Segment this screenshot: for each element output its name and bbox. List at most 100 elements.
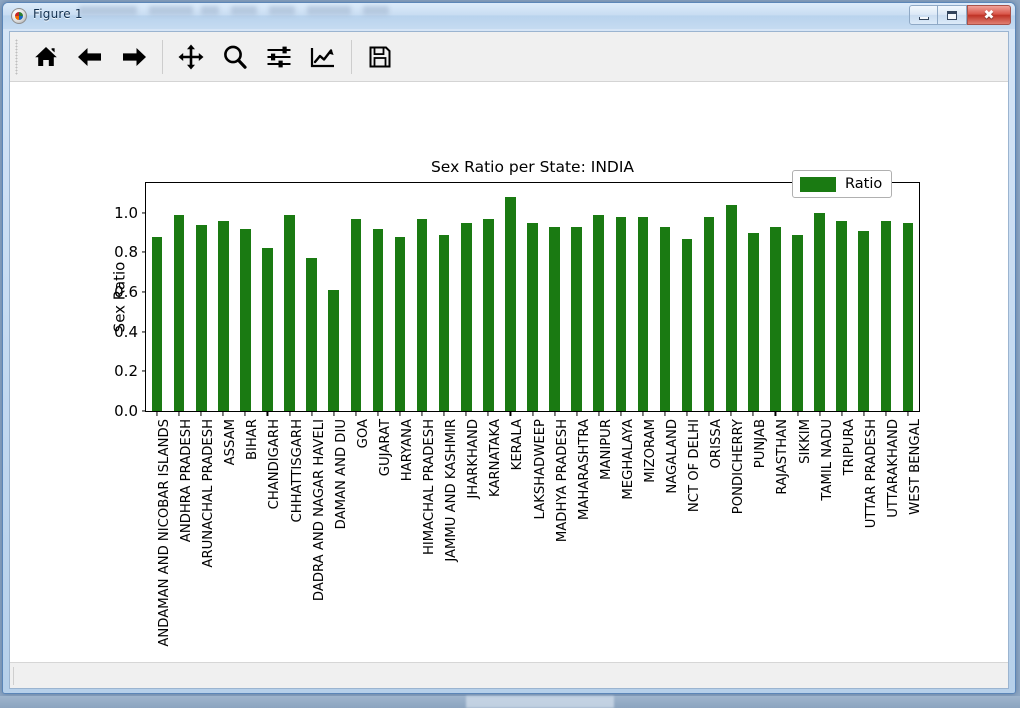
- bar: [416, 218, 428, 411]
- x-tick-mark: [620, 411, 622, 416]
- x-tick-label: HIMACHAL PRADESH: [422, 419, 438, 556]
- x-tick-mark: [333, 411, 335, 416]
- x-tick-mark: [377, 411, 379, 416]
- bar: [372, 228, 384, 411]
- bar: [725, 204, 737, 411]
- x-tick-mark: [554, 411, 556, 416]
- bar: [527, 222, 538, 411]
- matplotlib-figure: Sex Ratio per State: INDIA Sex Ratio 0.0…: [10, 82, 1008, 662]
- back-arrow-icon: [78, 47, 101, 66]
- x-tick-mark: [244, 411, 246, 416]
- bar: [549, 226, 560, 411]
- x-tick-label: GOA: [355, 419, 371, 449]
- bar: [814, 212, 825, 411]
- bars-container: [146, 183, 919, 411]
- x-tick-label: KARNATAKA: [488, 419, 504, 497]
- x-tick-label: CHHATTISGARH: [289, 419, 305, 523]
- x-tick-mark: [730, 411, 732, 416]
- bar: [328, 290, 340, 411]
- y-tick-label: 0.0: [114, 402, 138, 420]
- x-tick-label: ANDAMAN AND NICOBAR ISLANDS: [157, 419, 173, 647]
- bar: [438, 234, 450, 411]
- x-tick-mark: [421, 411, 423, 416]
- x-tick-label: JAMMU AND KASHMIR: [444, 419, 460, 562]
- x-tick-mark: [156, 411, 158, 416]
- x-tick-mark: [465, 411, 467, 416]
- x-tick-mark: [598, 411, 600, 416]
- bar: [748, 232, 759, 411]
- edit-parameters-button[interactable]: [301, 37, 345, 77]
- bar: [284, 214, 295, 411]
- bar: [151, 236, 163, 411]
- back-button[interactable]: [68, 37, 112, 77]
- bar: [306, 258, 317, 411]
- home-icon: [35, 46, 57, 66]
- bar: [593, 214, 605, 411]
- bar: [858, 230, 870, 411]
- x-tick-label: MIZORAM: [642, 419, 658, 483]
- maximize-icon: [947, 10, 957, 20]
- bar: [792, 234, 803, 411]
- bar: [350, 218, 362, 411]
- x-tick-label: UTTAR PRADESH: [863, 419, 879, 529]
- x-tick-mark: [178, 411, 180, 416]
- chart-legend[interactable]: Ratio: [792, 170, 893, 198]
- bar: [262, 248, 273, 411]
- x-tick-mark: [907, 411, 909, 416]
- home-button[interactable]: [24, 37, 68, 77]
- x-tick-label: ORISSA: [709, 419, 725, 469]
- x-tick-mark: [819, 411, 821, 416]
- x-tick-label: BIHAR: [245, 419, 261, 461]
- configure-subplots-icon: [267, 46, 291, 67]
- x-tick-label: NAGALAND: [665, 419, 680, 494]
- x-tick-label: DAMAN AND DIU: [333, 419, 349, 530]
- configure-subplots-button[interactable]: [257, 37, 301, 77]
- legend-swatch-ratio: [800, 176, 836, 192]
- bar: [460, 222, 472, 411]
- window-controls: ✖: [909, 5, 1011, 25]
- window-frame: Figure 1 ✖ Sex Ratio per State: INDIA Se…: [2, 2, 1016, 694]
- x-tick-label: ARUNACHAL PRADESH: [201, 419, 217, 568]
- x-tick-label: MANIPUR: [598, 419, 614, 480]
- legend-label-ratio: Ratio: [845, 176, 883, 192]
- save-button[interactable]: [358, 37, 402, 77]
- figure-canvas[interactable]: Sex Ratio per State: INDIA Sex Ratio 0.0…: [10, 82, 1008, 662]
- x-tick-mark: [531, 411, 534, 416]
- maximize-button[interactable]: [938, 5, 967, 25]
- x-tick-label: NCT OF DELHI: [687, 419, 703, 513]
- x-tick-mark: [841, 411, 843, 416]
- minimize-icon: [918, 16, 929, 20]
- x-tick-label: MAHARASHTRA: [576, 419, 592, 520]
- x-tick-mark: [355, 411, 357, 416]
- toolbar-drag-handle[interactable]: [15, 38, 18, 75]
- x-tick-mark: [774, 411, 776, 416]
- bar: [571, 226, 582, 411]
- bar: [681, 238, 693, 411]
- x-tick-label: WEST BENGAL: [907, 419, 923, 515]
- x-tick-label: PUNJAB: [753, 419, 769, 469]
- x-tick-label: DADRA AND NAGAR HAVELI: [311, 419, 327, 602]
- close-button[interactable]: ✖: [967, 5, 1011, 25]
- x-tick-label: TAMIL NADU: [819, 419, 835, 501]
- x-tick-label: ANDHRA PRADESH: [179, 419, 195, 543]
- status-grip: [13, 667, 16, 685]
- bar: [637, 216, 649, 411]
- y-tick-label: 0.4: [114, 322, 138, 341]
- bar: [770, 226, 781, 411]
- x-tick-mark: [509, 411, 511, 416]
- x-tick-mark: [686, 411, 688, 416]
- close-icon: ✖: [983, 7, 995, 23]
- window-titlebar[interactable]: Figure 1 ✖: [3, 3, 1015, 29]
- bar: [195, 224, 207, 411]
- matplotlib-icon: [11, 8, 27, 24]
- forward-arrow-icon: [123, 47, 146, 66]
- save-floppy-icon: [369, 46, 391, 67]
- x-tick-label: UTTARAKHAND: [885, 419, 901, 518]
- x-tick-label: SIKKIM: [797, 419, 813, 464]
- minimize-button[interactable]: [909, 5, 938, 25]
- zoom-button[interactable]: [213, 37, 257, 77]
- x-tick-mark: [222, 411, 224, 416]
- x-tick-label: CHANDIGARH: [267, 419, 283, 510]
- pan-button[interactable]: [169, 37, 213, 77]
- forward-button[interactable]: [112, 37, 156, 77]
